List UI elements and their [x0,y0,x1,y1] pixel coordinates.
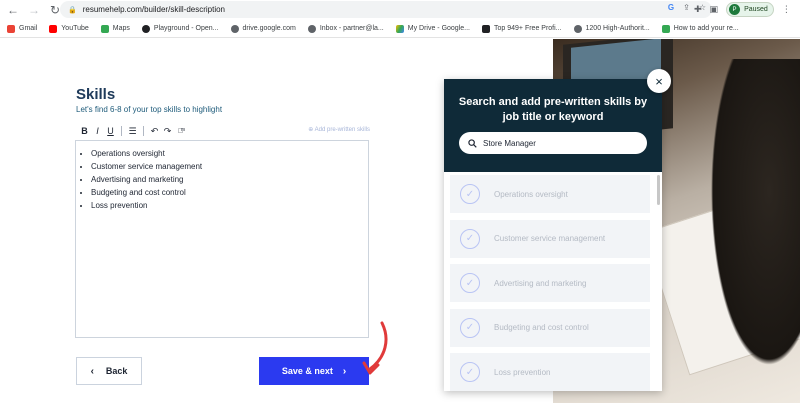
maps-icon [100,24,109,33]
modal-header: Search and add pre-written skills by job… [444,79,662,172]
back-button-label: Back [105,366,128,376]
suggestion-item[interactable]: ✓ Operations oversight [450,175,650,213]
extensions-icon[interactable]: ✚ [694,4,702,15]
check-circle-icon: ✓ [460,228,480,249]
check-circle-icon: ✓ [460,362,480,382]
skills-editor[interactable]: Operations oversight Customer service ma… [75,140,369,338]
bookmark-how-to-add[interactable]: How to add your re... [661,24,739,33]
bookmark-maps[interactable]: Maps [100,24,130,33]
close-modal-button[interactable]: × [647,69,671,93]
check-circle-icon: ✓ [460,317,480,338]
bookmark-top-949[interactable]: Top 949+ Free Profi... [482,24,562,33]
side-panel-icon[interactable]: ▣ [710,4,719,15]
toolbar-divider [143,126,144,136]
bookmark-gmail[interactable]: Gmail [7,24,37,33]
job-title-search-input[interactable]: Store Manager [459,132,647,154]
bookmark-inbox[interactable]: Inbox - partner@la... [307,24,384,33]
suggestion-item[interactable]: ✓ Customer service management [450,219,650,258]
browser-toolbar: ← → ↻ 🔒 resumehelp.com/builder/skill-des… [0,0,800,20]
bookmarks-bar: Gmail YouTube Maps Playground - Open... … [0,20,800,38]
gmail-icon [7,24,15,33]
search-icon [468,138,477,148]
list-item: Loss prevention [91,199,368,212]
back-button[interactable]: ‹ Back [76,357,142,385]
list-item: Advertising and marketing [91,173,368,186]
page-subtitle: Let's find 6-8 of your top skills to hig… [76,105,223,114]
page-content: Skills Let's find 6-8 of your top skills… [0,39,800,403]
globe-icon [230,24,239,33]
bookmark-my-drive[interactable]: My Drive - Google... [395,24,470,33]
check-circle-icon: ✓ [460,184,480,204]
suggestions-list: ✓ Operations oversight ✓ Customer service … [450,175,650,391]
bookmark-1200-high[interactable]: 1200 High-Authorit... [573,24,650,33]
modal-title: Search and add pre-written skills by job… [458,96,648,123]
forward-arrow-icon[interactable]: → [26,2,42,18]
suggestion-item[interactable]: ✓ Advertising and marketing [450,264,650,302]
openai-icon [141,24,150,33]
address-bar[interactable]: 🔒 resumehelp.com/builder/skill-descripti… [60,1,712,18]
bullet-list-icon[interactable]: ☰ [126,126,139,137]
bold-icon[interactable]: B [78,126,91,136]
menu-dots-icon[interactable]: ⋮ [782,4,791,15]
person-image [703,59,800,389]
chevron-right-icon: › [342,365,347,377]
site-icon [482,24,490,33]
list-item: Operations oversight [91,147,368,160]
underline-icon[interactable]: U [104,126,117,136]
annotation-arrow-icon [362,321,388,375]
bolt-icon [661,24,670,33]
editor-toolbar: B I U ☰ ↶ ↷ ✓ͫ ⊕ Add pre-written skills [78,125,370,137]
modal-scrollbar[interactable] [657,175,660,205]
close-icon: × [655,73,663,89]
check-circle-icon: ✓ [460,273,480,293]
youtube-icon [49,24,58,33]
save-next-button[interactable]: Save & next › [259,357,369,385]
add-prewritten-skills-link[interactable]: ⊕ Add pre-written skills [308,126,370,133]
share-icon[interactable]: ⇪ [683,3,690,12]
undo-icon[interactable]: ↶ [148,126,161,137]
bookmark-drive-google[interactable]: drive.google.com [230,24,296,33]
redo-icon[interactable]: ↷ [161,126,174,137]
bookmark-playground[interactable]: Playground - Open... [141,24,219,33]
google-icon[interactable]: G [668,3,674,12]
globe-icon [307,24,316,33]
suggestion-item[interactable]: ✓ Budgeting and cost control [450,308,650,347]
list-item: Customer service management [91,160,368,173]
list-item: Budgeting and cost control [91,186,368,199]
paused-label: Paused [744,6,768,13]
skills-list: Operations oversight Customer service ma… [76,141,368,212]
italic-icon[interactable]: I [91,126,104,136]
globe-icon [573,24,582,33]
profile-paused-button[interactable]: P Paused [726,2,774,17]
chevron-left-icon: ‹ [90,365,94,377]
search-value: Store Manager [483,138,536,148]
url-text: resumehelp.com/builder/skill-description [82,5,225,14]
bookmark-youtube[interactable]: YouTube [49,24,89,33]
back-arrow-icon[interactable]: ← [5,2,21,18]
spellcheck-icon[interactable]: ✓ͫ [174,128,187,135]
avatar: P [729,4,741,15]
lock-icon: 🔒 [68,6,77,14]
toolbar-divider [121,126,122,136]
drive-icon [395,24,404,33]
suggestion-item[interactable]: ✓ Loss prevention [450,353,650,391]
prewritten-skills-modal: Search and add pre-written skills by job… [444,79,662,391]
save-next-label: Save & next [281,366,333,376]
page-title: Skills [76,86,116,103]
